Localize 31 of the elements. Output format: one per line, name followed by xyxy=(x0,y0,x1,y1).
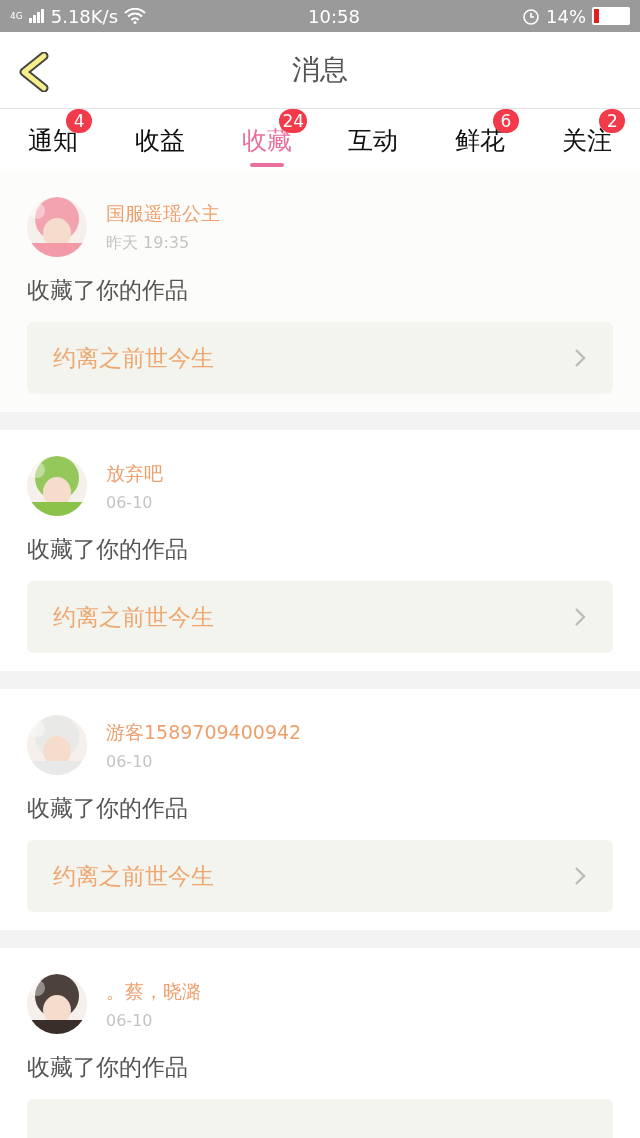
wifi-icon xyxy=(124,8,147,24)
message-time: 昨天 19:35 xyxy=(106,232,191,254)
clock: 10:58 xyxy=(307,5,361,27)
message-text: 收藏了你的作品 xyxy=(27,1053,189,1082)
message-time: 06-10 xyxy=(106,492,154,512)
work-link[interactable]: 约离之前世今生 xyxy=(27,581,613,653)
message-time: 06-10 xyxy=(106,1010,154,1030)
page-title: 消息 xyxy=(292,52,348,88)
tab[interactable]: 互动 xyxy=(320,109,427,171)
user-name[interactable]: 国服遥瑶公主 xyxy=(106,200,220,227)
battery-percent: 14% xyxy=(546,5,586,27)
chevron-right-icon xyxy=(573,347,587,369)
user-name[interactable]: 。蔡，晓潞 xyxy=(106,978,201,1005)
user-name[interactable]: 放弃吧 xyxy=(106,460,163,487)
tab[interactable]: 通知 4 xyxy=(0,109,107,171)
count-badge: 4 xyxy=(66,109,93,133)
user-name[interactable]: 游客1589709400942 xyxy=(106,719,302,746)
message-text: 收藏了你的作品 xyxy=(27,794,189,823)
message-text: 收藏了你的作品 xyxy=(27,276,189,305)
network-speed: 5.18K/s xyxy=(50,5,119,27)
chevron-right-icon xyxy=(573,606,587,628)
message-time: 06-10 xyxy=(106,751,154,771)
work-link[interactable]: 约离之前世今生 xyxy=(27,840,613,912)
work-link[interactable]: 约离之前世今生 xyxy=(27,322,613,394)
tab[interactable]: 收益 xyxy=(106,109,214,171)
battery-icon xyxy=(592,7,630,25)
message-text: 收藏了你的作品 xyxy=(27,535,189,564)
signal-icon xyxy=(28,9,45,23)
alarm-icon xyxy=(522,7,540,25)
chevron-right-icon xyxy=(573,865,587,887)
network-label: 4G xyxy=(10,11,23,21)
